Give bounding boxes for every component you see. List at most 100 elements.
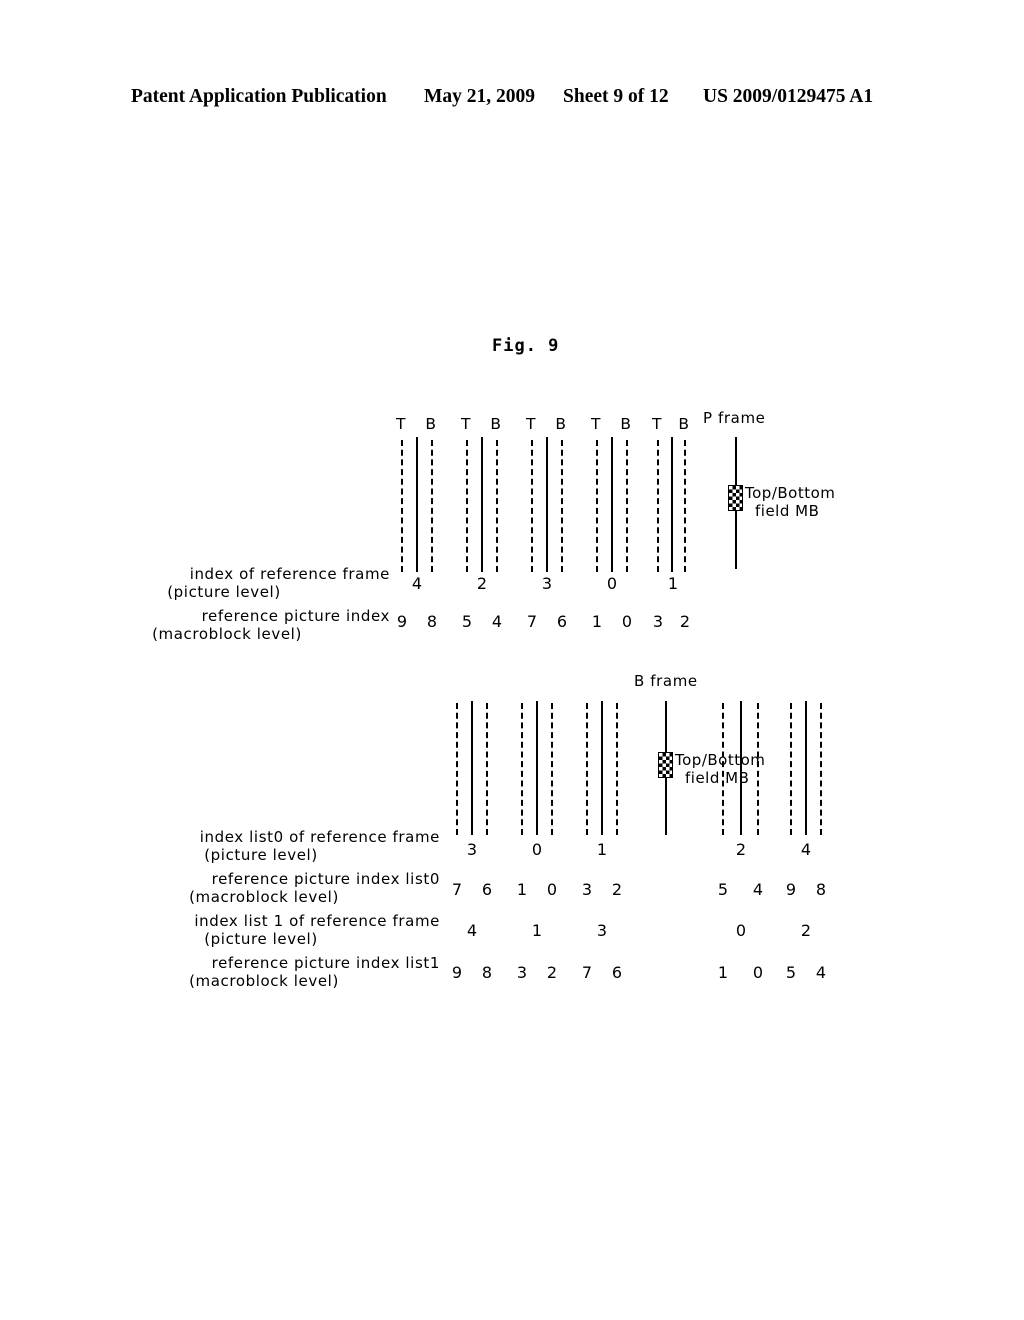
p-macroblock-level-value: 6 <box>556 612 568 631</box>
b-list0-macroblock-value: 2 <box>611 880 623 899</box>
b-list1-picture-value: 0 <box>735 921 747 940</box>
b-list1-picture-value: 2 <box>800 921 812 940</box>
p-ref-frame-line-dashed <box>561 440 563 572</box>
b-list0-picture-label-line2: (picture level) <box>204 846 318 864</box>
p-macroblock-level-value: 2 <box>679 612 691 631</box>
p-macroblock-level-label: reference picture index (macroblock leve… <box>100 607 390 643</box>
p-picture-level-label-line1: index of reference frame <box>189 565 390 583</box>
p-picture-level-value: 4 <box>411 574 423 593</box>
b-ref-frame-line-solid <box>536 701 538 835</box>
p-frame-mb-legend: Top/Bottom field MB <box>745 484 835 520</box>
p-ref-frame-line-dashed <box>657 440 659 572</box>
p-field-marker-b-4: B <box>678 415 690 433</box>
p-field-marker-b-2: B <box>555 415 567 433</box>
p-ref-frame-line-dashed <box>531 440 533 572</box>
b-list0-macroblock-value: 3 <box>581 880 593 899</box>
b-ref-frame-line-solid <box>805 701 807 835</box>
p-field-marker-t-1: T <box>461 415 471 433</box>
b-ref-frame-line-dashed <box>757 703 759 835</box>
b-list0-macroblock-value: 9 <box>785 880 797 899</box>
b-list1-macroblock-value: 5 <box>785 963 797 982</box>
page-header: Patent Application Publication May 21, 2… <box>0 86 1024 114</box>
p-macroblock-level-value: 8 <box>426 612 438 631</box>
b-list1-picture-value: 4 <box>466 921 478 940</box>
b-frame-mb-legend-line1: Top/Bottom <box>675 751 766 769</box>
b-list1-macroblock-value: 9 <box>451 963 463 982</box>
b-list1-macroblock-label-line2: (macroblock level) <box>189 972 339 990</box>
b-list0-picture-value: 0 <box>531 840 543 859</box>
b-frame-mb-legend-line2: field MB <box>685 769 750 787</box>
figure-caption: Fig. 9 <box>492 336 560 356</box>
b-list1-macroblock-label: reference picture index list1 (macrobloc… <box>130 954 440 990</box>
b-ref-frame-line-solid <box>601 701 603 835</box>
p-macroblock-level-value: 9 <box>396 612 408 631</box>
p-field-marker-t-4: T <box>652 415 662 433</box>
b-list0-macroblock-value: 8 <box>815 880 827 899</box>
p-frame-mb-legend-line1: Top/Bottom <box>745 484 836 502</box>
p-macroblock-level-value: 3 <box>652 612 664 631</box>
p-field-marker-t-2: T <box>526 415 536 433</box>
p-picture-level-value: 2 <box>476 574 488 593</box>
p-macroblock-level-value: 0 <box>621 612 633 631</box>
p-frame-mb-legend-line2: field MB <box>755 502 820 520</box>
b-list0-macroblock-label: reference picture index list0 (macrobloc… <box>130 870 440 906</box>
b-list1-macroblock-label-line1: reference picture index list1 <box>211 954 440 972</box>
p-macroblock-level-label-line1: reference picture index <box>201 607 390 625</box>
b-list1-macroblock-value: 4 <box>815 963 827 982</box>
p-ref-frame-line-dashed <box>596 440 598 572</box>
p-field-marker-t-0: T <box>396 415 406 433</box>
b-list0-picture-label: index list0 of reference frame (picture … <box>130 828 440 864</box>
p-picture-level-value: 0 <box>606 574 618 593</box>
p-picture-level-value: 1 <box>667 574 679 593</box>
p-macroblock-level-label-line2: (macroblock level) <box>152 625 302 643</box>
b-list0-picture-label-line1: index list0 of reference frame <box>199 828 440 846</box>
p-ref-frame-line-dashed <box>401 440 403 572</box>
b-list1-picture-label-line2: (picture level) <box>204 930 318 948</box>
b-list0-macroblock-value: 5 <box>717 880 729 899</box>
b-ref-frame-line-dashed <box>616 703 618 835</box>
b-list0-picture-value: 2 <box>735 840 747 859</box>
p-picture-level-label: index of reference frame (picture level) <box>100 565 390 601</box>
b-list1-picture-label-line1: index list 1 of reference frame <box>194 912 440 930</box>
b-list0-picture-value: 1 <box>596 840 608 859</box>
p-ref-frame-line-dashed <box>626 440 628 572</box>
b-list0-macroblock-value: 7 <box>451 880 463 899</box>
b-list0-picture-value: 4 <box>800 840 812 859</box>
b-list1-picture-label: index list 1 of reference frame (picture… <box>130 912 440 948</box>
b-ref-frame-line-dashed <box>820 703 822 835</box>
p-ref-frame-line-solid <box>611 437 613 572</box>
b-ref-frame-line-dashed <box>722 703 724 835</box>
header-date: May 21, 2009 <box>424 86 536 107</box>
p-field-marker-b-1: B <box>490 415 502 433</box>
p-frame-title: P frame <box>703 409 766 427</box>
b-list1-macroblock-value: 0 <box>752 963 764 982</box>
p-macroblock-level-value: 1 <box>591 612 603 631</box>
b-ref-frame-line-solid <box>471 701 473 835</box>
b-list1-picture-value: 3 <box>596 921 608 940</box>
b-list1-macroblock-value: 7 <box>581 963 593 982</box>
p-ref-frame-line-solid <box>671 437 673 572</box>
b-list0-macroblock-value: 0 <box>546 880 558 899</box>
b-ref-frame-line-dashed <box>456 703 458 835</box>
p-field-marker-b-3: B <box>620 415 632 433</box>
header-sheet-number: Sheet 9 of 12 <box>563 86 669 107</box>
b-list0-macroblock-label-line2: (macroblock level) <box>189 888 339 906</box>
p-macroblock-level-value: 5 <box>461 612 473 631</box>
b-list1-macroblock-value: 3 <box>516 963 528 982</box>
b-ref-frame-line-dashed <box>521 703 523 835</box>
b-list0-macroblock-value: 4 <box>752 880 764 899</box>
p-macroblock-level-value: 4 <box>491 612 503 631</box>
b-list1-macroblock-value: 2 <box>546 963 558 982</box>
p-ref-frame-line-dashed <box>431 440 433 572</box>
b-ref-frame-line-dashed <box>551 703 553 835</box>
b-ref-frame-line-dashed <box>586 703 588 835</box>
b-ref-frame-line-dashed <box>790 703 792 835</box>
p-ref-frame-line-solid <box>546 437 548 572</box>
header-patent-number: US 2009/0129475 A1 <box>703 86 874 107</box>
p-ref-frame-line-dashed <box>496 440 498 572</box>
p-ref-frame-line-solid <box>481 437 483 572</box>
p-macroblock-level-value: 7 <box>526 612 538 631</box>
b-ref-frame-line-solid <box>740 701 742 835</box>
b-frame-title: B frame <box>634 672 698 690</box>
b-ref-frame-line-dashed <box>486 703 488 835</box>
